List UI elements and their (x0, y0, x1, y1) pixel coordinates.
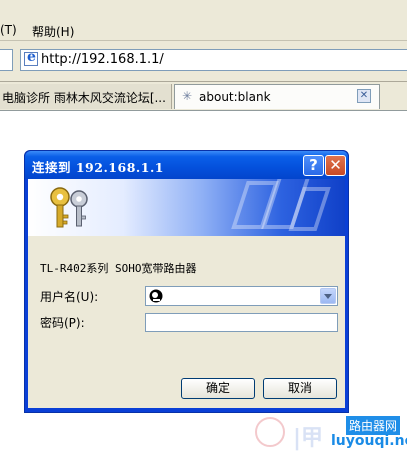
chevron-down-icon[interactable] (320, 288, 336, 304)
tab-about-blank-label: about:blank (199, 90, 271, 104)
close-button[interactable]: ✕ (325, 155, 346, 176)
watermark-logo-icon (255, 417, 285, 447)
tab-forum-label: 电脑诊所 雨林木风交流论坛[... (2, 91, 166, 105)
ok-button[interactable]: 确定 (181, 378, 255, 399)
menu-bar: (T) 帮助(H) (0, 0, 407, 41)
dialog-title: 连接到 192.168.1.1 (32, 160, 164, 175)
address-bar-left-stub (0, 49, 13, 71)
login-dialog: 连接到 192.168.1.1 ? ✕ TL-R402系列 SOHO宽带路由器 … (24, 150, 349, 413)
watermark-en: luyouqi.net (331, 433, 407, 449)
menu-tools[interactable]: (T) (0, 23, 17, 37)
username-combo[interactable] (145, 286, 338, 306)
password-input[interactable] (145, 313, 338, 332)
dialog-banner (28, 179, 345, 236)
router-name: TL-R402系列 SOHO宽带路由器 (40, 262, 197, 275)
menu-help[interactable]: 帮助(H) (32, 23, 74, 40)
address-bar: http://192.168.1.1/ (0, 41, 407, 82)
cancel-button[interactable]: 取消 (263, 378, 337, 399)
banner-decoration (227, 179, 331, 236)
watermark-ghost-text: |甲 (293, 426, 324, 451)
loading-icon: ✳ (182, 89, 193, 103)
keys-icon (50, 187, 88, 228)
username-label: 用户名(U): (40, 290, 99, 304)
watermark-cn: 路由器网 (346, 416, 401, 435)
tab-about-blank[interactable]: ✳ about:blank (174, 84, 380, 109)
tab-bar: 电脑诊所 雨林木风交流论坛[... ✳ about:blank (0, 82, 407, 111)
tab-close-icon[interactable]: ✕ (357, 89, 371, 103)
address-url[interactable]: http://192.168.1.1/ (41, 52, 164, 67)
dialog-body: TL-R402系列 SOHO宽带路由器 用户名(U): 密码(P): 确定 取消 (28, 179, 345, 408)
tab-forum[interactable]: 电脑诊所 雨林木风交流论坛[... (0, 84, 172, 109)
help-button[interactable]: ? (303, 155, 324, 176)
password-label: 密码(P): (40, 316, 85, 330)
address-input[interactable]: http://192.168.1.1/ (20, 49, 407, 71)
dialog-titlebar[interactable]: 连接到 192.168.1.1 ? ✕ (25, 151, 348, 179)
ie-page-icon (24, 49, 38, 66)
user-avatar-icon (149, 289, 163, 303)
